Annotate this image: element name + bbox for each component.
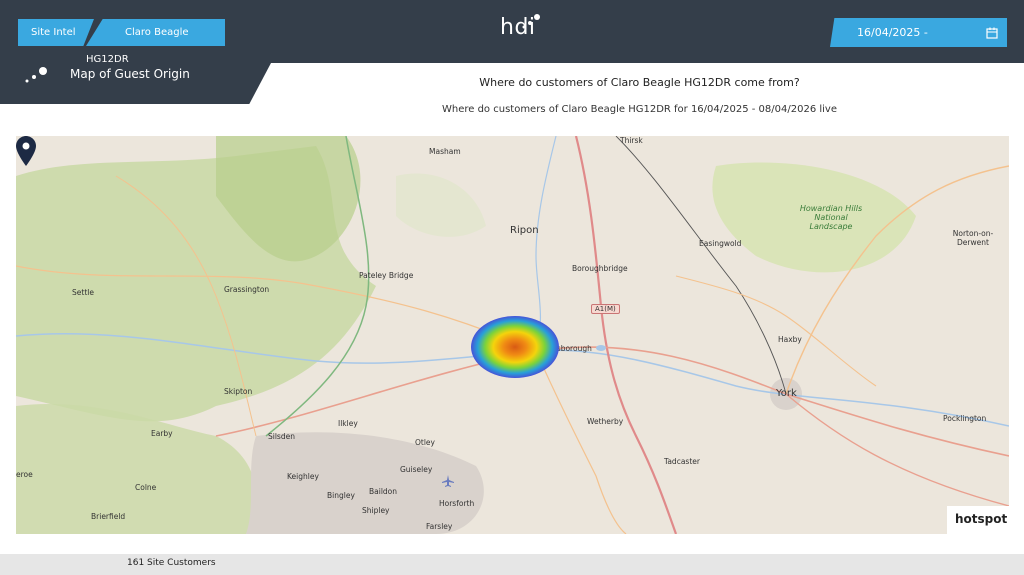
place-label: Pocklington <box>943 414 987 423</box>
place-label: Settle <box>72 288 94 297</box>
place-label: Ripon <box>510 225 539 236</box>
road-label: A1(M) <box>591 304 620 314</box>
breadcrumb-site-intel[interactable]: Site Intel <box>18 19 94 46</box>
place-label: Boroughbridge <box>572 264 628 273</box>
logo-dots-icon <box>522 14 540 29</box>
place-label: Pateley Bridge <box>359 271 414 280</box>
place-label: Bingley <box>327 491 355 500</box>
place-label: Brierfield <box>91 512 126 521</box>
place-label: York <box>776 388 797 399</box>
place-label: Baildon <box>369 487 398 496</box>
hotspot-brand: hotspot <box>947 506 1009 534</box>
park-label: Howardian Hills National Landscape <box>799 204 863 231</box>
calendar-icon <box>985 27 998 39</box>
map-pin-icon[interactable] <box>16 136 36 166</box>
place-label: Easingwold <box>699 239 742 248</box>
breadcrumb-label: Site Intel <box>31 27 76 38</box>
dots-icon <box>25 67 47 83</box>
breadcrumb-site-name[interactable]: Claro Beagle HG12DR <box>86 19 225 65</box>
date-range-field[interactable]: 16/04/2025 - 08/04/2026 <box>830 18 976 47</box>
place-label: Thirsk <box>620 136 643 145</box>
place-label: Silsden <box>268 432 295 441</box>
page-subtitle: Where do customers of Claro Beagle HG12D… <box>441 104 837 115</box>
airport-icon <box>442 475 454 487</box>
place-label: Guiseley <box>400 465 433 474</box>
place-label: Skipton <box>224 387 253 396</box>
section-title: Map of Guest Origin <box>70 67 190 81</box>
page-question: Where do customers of Claro Beagle HG12D… <box>479 76 800 89</box>
hotspot-logo: hotspot <box>955 512 1008 526</box>
place-label: Otley <box>415 438 435 447</box>
place-label: Wetherby <box>587 417 624 426</box>
place-label: Grassington <box>224 285 270 294</box>
footer-bar: 161 Site Customers <box>0 554 1024 575</box>
place-label: eroe <box>16 470 33 479</box>
place-label: Ilkley <box>338 419 358 428</box>
place-label: Norton-on-Derwent <box>952 229 994 247</box>
place-label: Farsley <box>426 522 453 531</box>
place-label: Colne <box>135 483 157 492</box>
place-label: Earby <box>151 429 173 438</box>
place-label: Horsforth <box>439 499 475 508</box>
guest-origin-map[interactable]: Masham Thirsk Ripon Easingwold Norton-on… <box>16 136 1009 534</box>
place-label: Masham <box>429 147 461 156</box>
calendar-button[interactable] <box>976 18 1007 47</box>
place-label: Shipley <box>362 506 390 515</box>
guest-heatmap <box>471 316 559 378</box>
site-customers-count: 161 Site Customers <box>127 558 216 568</box>
place-label: Tadcaster <box>664 457 700 466</box>
place-label: Keighley <box>287 472 319 481</box>
place-label: Haxby <box>778 335 802 344</box>
